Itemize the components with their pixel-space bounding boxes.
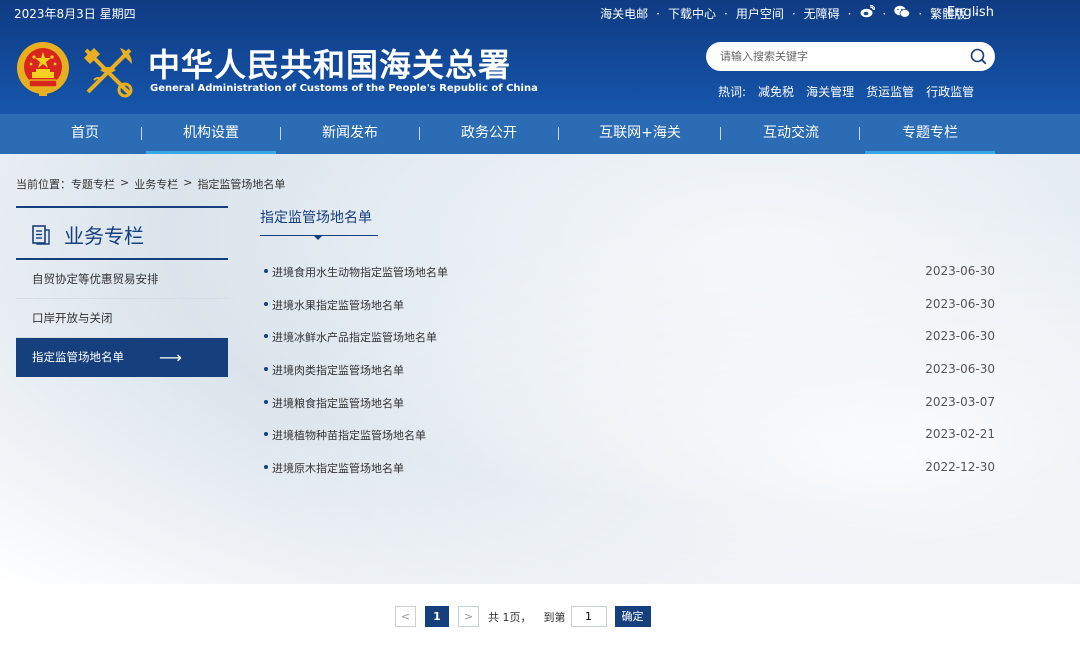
breadcrumb-separator: > bbox=[120, 176, 130, 189]
sidebar: 业务专栏 自贸协定等优惠贸易安排 口岸开放与关闭 指定监管场地名单 ⟶ bbox=[16, 206, 228, 377]
bullet-icon bbox=[264, 465, 268, 470]
list-item-title[interactable]: 进境粮食指定监管场地名单 bbox=[272, 395, 404, 411]
sidebar-item-ports[interactable]: 口岸开放与关闭 bbox=[16, 299, 228, 338]
sidebar-title: 业务专栏 bbox=[64, 224, 144, 248]
hot-word-link[interactable]: 货运监管 bbox=[866, 83, 914, 100]
list-item-title[interactable]: 进境肉类指定监管场地名单 bbox=[272, 362, 404, 378]
list-item-date: 2023-03-07 bbox=[925, 394, 995, 409]
caret-down-icon bbox=[314, 236, 322, 240]
hot-words-label: 热词: bbox=[718, 85, 747, 99]
site-header: 2023年8月3日 星期四 海关电邮 · 下载中心 · 用户空间 · 无障碍 ·… bbox=[0, 0, 1080, 114]
list-item[interactable]: 进境肉类指定监管场地名单 2023-06-30 bbox=[264, 356, 995, 389]
top-link-email[interactable]: 海关电邮 bbox=[600, 5, 648, 22]
list-item[interactable]: 进境原木指定监管场地名单 2022-12-30 bbox=[264, 454, 995, 487]
list-item-title[interactable]: 进境冰鲜水产品指定监管场地名单 bbox=[272, 329, 437, 345]
top-link-download[interactable]: 下载中心 bbox=[668, 5, 716, 22]
nav-item-news[interactable]: 新闻发布 bbox=[285, 114, 415, 154]
hot-word-link[interactable]: 减免税 bbox=[758, 83, 794, 100]
nav-item-organization[interactable]: 机构设置 bbox=[146, 114, 276, 154]
document-icon bbox=[32, 225, 50, 245]
weibo-icon[interactable] bbox=[860, 4, 875, 22]
current-date: 2023年8月3日 星期四 bbox=[14, 7, 136, 21]
page-number-current[interactable]: 1 bbox=[425, 606, 449, 627]
hot-words: 热词: 减免税 海关管理 货运监管 行政监管 bbox=[718, 83, 974, 100]
list-item-date: 2023-06-30 bbox=[925, 329, 995, 344]
top-links: 海关电邮 · 下载中心 · 用户空间 · 无障碍 · · · 繁體版 · bbox=[600, 4, 978, 22]
wechat-icon[interactable] bbox=[894, 5, 911, 22]
sidebar-item-label: 口岸开放与关闭 bbox=[32, 311, 113, 325]
main-nav: 首页 机构设置 新闻发布 政务公开 互联网+海关 互动交流 专题专栏 bbox=[0, 114, 1080, 154]
list-item[interactable]: 进境冰鲜水产品指定监管场地名单 2023-06-30 bbox=[264, 323, 995, 356]
list-item[interactable]: 进境粮食指定监管场地名单 2023-03-07 bbox=[264, 389, 995, 422]
list-item[interactable]: 进境水果指定监管场地名单 2023-06-30 bbox=[264, 291, 995, 324]
article-list: 进境食用水生动物指定监管场地名单 2023-06-30 进境水果指定监管场地名单… bbox=[264, 258, 995, 487]
list-item-title[interactable]: 进境食用水生动物指定监管场地名单 bbox=[272, 264, 448, 280]
sidebar-header: 业务专栏 bbox=[16, 206, 228, 260]
bullet-icon bbox=[264, 301, 268, 306]
list-item-date: 2022-12-30 bbox=[925, 460, 995, 475]
nav-item-special-topics[interactable]: 专题专栏 bbox=[865, 114, 995, 154]
list-item[interactable]: 进境食用水生动物指定监管场地名单 2023-06-30 bbox=[264, 258, 995, 291]
breadcrumb-separator: > bbox=[183, 176, 193, 189]
nav-item-government-affairs[interactable]: 政务公开 bbox=[424, 114, 554, 154]
list-item-date: 2023-02-21 bbox=[925, 427, 995, 442]
search-input[interactable] bbox=[720, 47, 960, 65]
search-icon[interactable] bbox=[970, 48, 987, 65]
next-page-button[interactable]: > bbox=[458, 606, 479, 627]
list-item-date: 2023-06-30 bbox=[925, 296, 995, 311]
breadcrumb-item[interactable]: 指定监管场地名单 bbox=[197, 176, 285, 192]
pagination: < 1 > 共 1页， 到第 确定 bbox=[395, 606, 651, 627]
top-link-accessibility[interactable]: 无障碍 bbox=[804, 5, 840, 22]
list-item-date: 2023-06-30 bbox=[925, 362, 995, 377]
bullet-icon bbox=[264, 334, 268, 339]
sidebar-item-fta[interactable]: 自贸协定等优惠贸易安排 bbox=[16, 260, 228, 299]
sidebar-item-designated-sites[interactable]: 指定监管场地名单 ⟶ bbox=[16, 338, 228, 377]
search-box bbox=[706, 42, 995, 71]
goto-page-input[interactable] bbox=[570, 606, 607, 627]
list-item-title[interactable]: 进境水果指定监管场地名单 bbox=[272, 297, 404, 313]
list-item-date: 2023-06-30 bbox=[925, 264, 995, 278]
site-subtitle: General Administration of Customs of the… bbox=[150, 83, 538, 94]
site-title: 中华人民共和国海关总署 bbox=[148, 46, 512, 84]
page-title: 指定监管场地名单 bbox=[260, 210, 372, 226]
nav-item-interaction[interactable]: 互动交流 bbox=[726, 114, 856, 154]
national-emblem-logo[interactable] bbox=[15, 40, 71, 98]
customs-emblem-logo[interactable] bbox=[80, 44, 136, 100]
breadcrumb-label: 当前位置： bbox=[16, 178, 71, 191]
nav-item-internet-customs[interactable]: 互联网+海关 bbox=[575, 114, 705, 154]
english-link[interactable]: English bbox=[947, 5, 994, 20]
bullet-icon bbox=[264, 367, 268, 372]
arrow-right-icon: ⟶ bbox=[159, 348, 182, 367]
bullet-icon bbox=[264, 269, 268, 273]
breadcrumb: 当前位置： 专题专栏 > 业务专栏 > 指定监管场地名单 bbox=[16, 176, 285, 192]
top-link-user-space[interactable]: 用户空间 bbox=[736, 5, 784, 22]
goto-label: 到第 bbox=[543, 610, 566, 624]
bullet-icon bbox=[264, 432, 268, 437]
list-item-title[interactable]: 进境植物种苗指定监管场地名单 bbox=[272, 427, 426, 443]
sidebar-item-label: 自贸协定等优惠贸易安排 bbox=[32, 272, 159, 286]
total-pages-text: 共 1页， bbox=[488, 610, 532, 624]
list-item[interactable]: 进境植物种苗指定监管场地名单 2023-02-21 bbox=[264, 421, 995, 454]
goto-confirm-button[interactable]: 确定 bbox=[614, 606, 651, 627]
hot-word-link[interactable]: 行政监管 bbox=[926, 83, 974, 100]
bullet-icon bbox=[264, 399, 268, 404]
breadcrumb-item[interactable]: 专题专栏 bbox=[71, 176, 115, 192]
breadcrumb-item[interactable]: 业务专栏 bbox=[134, 176, 178, 192]
hot-word-link[interactable]: 海关管理 bbox=[806, 83, 854, 100]
sidebar-item-label: 指定监管场地名单 bbox=[32, 350, 124, 364]
nav-item-home[interactable]: 首页 bbox=[20, 114, 150, 154]
list-item-title[interactable]: 进境原木指定监管场地名单 bbox=[272, 460, 404, 476]
prev-page-button[interactable]: < bbox=[395, 606, 416, 627]
